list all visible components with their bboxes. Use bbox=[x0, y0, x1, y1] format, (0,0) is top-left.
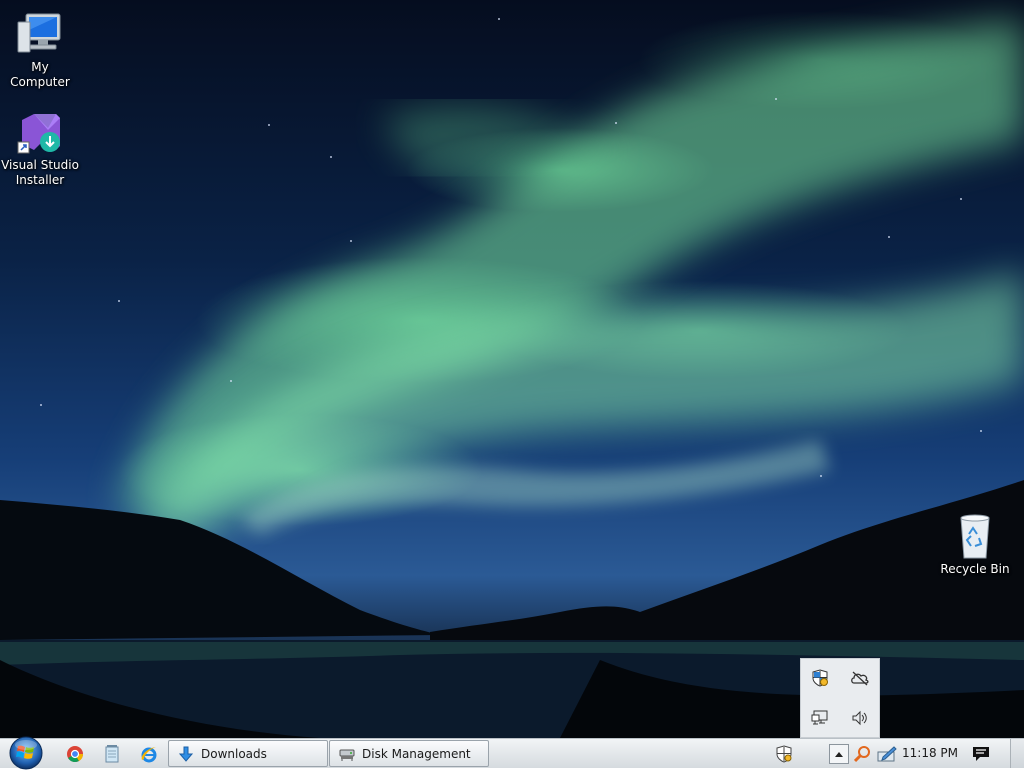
show-hidden-icons-arrow[interactable] bbox=[829, 744, 849, 764]
desktop-wallpaper bbox=[0, 0, 1024, 738]
notepad-icon[interactable] bbox=[101, 743, 123, 765]
my-computer-desktop-icon[interactable]: My Computer bbox=[0, 10, 80, 90]
action-center-flag-icon[interactable] bbox=[774, 744, 794, 764]
pen-tablet-icon[interactable] bbox=[877, 744, 897, 764]
visual-studio-installer-label-line1: Visual Studio bbox=[1, 158, 79, 172]
computer-icon bbox=[16, 10, 64, 58]
recycle-bin-desktop-icon[interactable]: Recycle Bin bbox=[935, 512, 1015, 577]
tray-overflow-popup bbox=[800, 658, 880, 738]
security-shield-icon[interactable] bbox=[809, 667, 831, 689]
recycle-bin-icon bbox=[951, 512, 999, 560]
notification-icon[interactable] bbox=[971, 744, 991, 764]
taskbar: Downloads Disk Management 11:18 PM bbox=[0, 736, 1024, 770]
taskbar-button-downloads[interactable]: Downloads bbox=[168, 740, 328, 767]
onedrive-offline-icon[interactable] bbox=[849, 667, 871, 689]
mountains-silhouette bbox=[0, 480, 1024, 738]
visual-studio-installer-icon bbox=[16, 108, 64, 156]
volume-icon[interactable] bbox=[849, 707, 871, 729]
show-desktop-button[interactable] bbox=[1010, 739, 1024, 768]
taskbar-button-disk-management[interactable]: Disk Management bbox=[329, 740, 489, 767]
start-button[interactable] bbox=[6, 736, 46, 770]
network-icon[interactable] bbox=[809, 707, 831, 729]
taskbar-clock[interactable]: 11:18 PM bbox=[900, 739, 960, 768]
visual-studio-installer-label-line2: Installer bbox=[15, 173, 65, 187]
taskbar-button-disk-management-label: Disk Management bbox=[362, 746, 471, 761]
recycle-bin-label: Recycle Bin bbox=[940, 562, 1010, 576]
taskbar-button-downloads-label: Downloads bbox=[201, 746, 267, 761]
visual-studio-installer-desktop-icon[interactable]: Visual Studio Installer bbox=[0, 108, 80, 188]
search-magnifier-icon[interactable] bbox=[853, 744, 873, 764]
my-computer-label: My Computer bbox=[10, 60, 70, 89]
chrome-icon[interactable] bbox=[64, 743, 86, 765]
internet-explorer-icon[interactable] bbox=[138, 743, 160, 765]
download-arrow-icon bbox=[177, 745, 195, 763]
disk-management-icon bbox=[338, 745, 356, 763]
